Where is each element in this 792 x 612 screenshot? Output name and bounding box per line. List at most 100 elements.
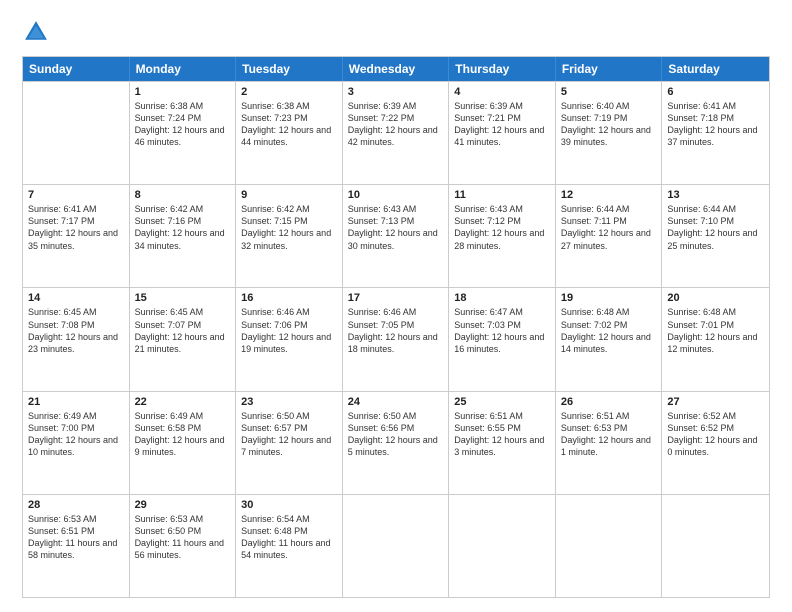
day-info: Sunrise: 6:45 AM Sunset: 7:07 PM Dayligh… <box>135 306 231 355</box>
day-info: Sunrise: 6:39 AM Sunset: 7:22 PM Dayligh… <box>348 100 444 149</box>
day-number: 24 <box>348 396 444 408</box>
day-info: Sunrise: 6:42 AM Sunset: 7:15 PM Dayligh… <box>241 203 337 252</box>
day-number: 1 <box>135 86 231 98</box>
day-info: Sunrise: 6:54 AM Sunset: 6:48 PM Dayligh… <box>241 513 337 562</box>
day-info: Sunrise: 6:53 AM Sunset: 6:51 PM Dayligh… <box>28 513 124 562</box>
cal-row-4: 28 Sunrise: 6:53 AM Sunset: 6:51 PM Dayli… <box>23 494 769 597</box>
day-info: Sunrise: 6:50 AM Sunset: 6:57 PM Dayligh… <box>241 410 337 459</box>
weekday-header-thursday: Thursday <box>449 57 556 81</box>
day-cell-10: 10 Sunrise: 6:43 AM Sunset: 7:13 PM Dayli… <box>343 185 450 287</box>
day-number: 30 <box>241 499 337 511</box>
empty-cell <box>556 495 663 597</box>
day-cell-7: 7 Sunrise: 6:41 AM Sunset: 7:17 PM Daylig… <box>23 185 130 287</box>
day-info: Sunrise: 6:42 AM Sunset: 7:16 PM Dayligh… <box>135 203 231 252</box>
day-number: 26 <box>561 396 657 408</box>
day-info: Sunrise: 6:41 AM Sunset: 7:17 PM Dayligh… <box>28 203 124 252</box>
day-info: Sunrise: 6:52 AM Sunset: 6:52 PM Dayligh… <box>667 410 764 459</box>
weekday-header-tuesday: Tuesday <box>236 57 343 81</box>
day-info: Sunrise: 6:51 AM Sunset: 6:53 PM Dayligh… <box>561 410 657 459</box>
day-number: 10 <box>348 189 444 201</box>
day-cell-4: 4Sunrise: 6:39 AM Sunset: 7:21 PM Daylig… <box>449 82 556 184</box>
day-number: 14 <box>28 292 124 304</box>
day-cell-16: 16 Sunrise: 6:46 AM Sunset: 7:06 PM Dayli… <box>236 288 343 390</box>
day-number: 3 <box>348 86 444 98</box>
day-info: Sunrise: 6:48 AM Sunset: 7:02 PM Dayligh… <box>561 306 657 355</box>
day-number: 6 <box>667 86 764 98</box>
day-number: 5 <box>561 86 657 98</box>
day-info: Sunrise: 6:38 AM Sunset: 7:23 PM Dayligh… <box>241 100 337 149</box>
day-number: 13 <box>667 189 764 201</box>
day-cell-18: 18Sunrise: 6:47 AM Sunset: 7:03 PM Dayli… <box>449 288 556 390</box>
weekday-header-saturday: Saturday <box>662 57 769 81</box>
day-number: 20 <box>667 292 764 304</box>
day-info: Sunrise: 6:44 AM Sunset: 7:10 PM Dayligh… <box>667 203 764 252</box>
empty-cell <box>23 82 130 184</box>
day-cell-5: 5 Sunrise: 6:40 AM Sunset: 7:19 PM Daylig… <box>556 82 663 184</box>
header <box>22 18 770 46</box>
day-cell-15: 15 Sunrise: 6:45 AM Sunset: 7:07 PM Dayli… <box>130 288 237 390</box>
day-number: 12 <box>561 189 657 201</box>
day-cell-1: 1 Sunrise: 6:38 AM Sunset: 7:24 PM Daylig… <box>130 82 237 184</box>
day-number: 18 <box>454 292 550 304</box>
page: SundayMondayTuesdayWednesdayThursdayFrid… <box>0 0 792 612</box>
day-info: Sunrise: 6:45 AM Sunset: 7:08 PM Dayligh… <box>28 306 124 355</box>
empty-cell <box>662 495 769 597</box>
day-info: Sunrise: 6:49 AM Sunset: 7:00 PM Dayligh… <box>28 410 124 459</box>
empty-cell <box>343 495 450 597</box>
day-number: 15 <box>135 292 231 304</box>
day-number: 17 <box>348 292 444 304</box>
day-cell-29: 29Sunrise: 6:53 AM Sunset: 6:50 PM Dayli… <box>130 495 237 597</box>
calendar-header-row: SundayMondayTuesdayWednesdayThursdayFrid… <box>23 57 769 81</box>
day-number: 16 <box>241 292 337 304</box>
day-cell-11: 11 Sunrise: 6:43 AM Sunset: 7:12 PM Dayli… <box>449 185 556 287</box>
day-number: 28 <box>28 499 124 511</box>
day-number: 9 <box>241 189 337 201</box>
empty-cell <box>449 495 556 597</box>
day-number: 25 <box>454 396 550 408</box>
day-cell-6: 6 Sunrise: 6:41 AM Sunset: 7:18 PM Daylig… <box>662 82 769 184</box>
day-info: Sunrise: 6:38 AM Sunset: 7:24 PM Dayligh… <box>135 100 231 149</box>
day-cell-17: 17 Sunrise: 6:46 AM Sunset: 7:05 PM Dayli… <box>343 288 450 390</box>
day-cell-24: 24 Sunrise: 6:50 AM Sunset: 6:56 PM Dayli… <box>343 392 450 494</box>
day-cell-27: 27 Sunrise: 6:52 AM Sunset: 6:52 PM Dayli… <box>662 392 769 494</box>
day-cell-2: 2 Sunrise: 6:38 AM Sunset: 7:23 PM Daylig… <box>236 82 343 184</box>
day-cell-3: 3 Sunrise: 6:39 AM Sunset: 7:22 PM Daylig… <box>343 82 450 184</box>
weekday-header-wednesday: Wednesday <box>343 57 450 81</box>
day-number: 19 <box>561 292 657 304</box>
day-info: Sunrise: 6:39 AM Sunset: 7:21 PM Dayligh… <box>454 100 550 149</box>
day-info: Sunrise: 6:50 AM Sunset: 6:56 PM Dayligh… <box>348 410 444 459</box>
day-number: 22 <box>135 396 231 408</box>
calendar-body: 1 Sunrise: 6:38 AM Sunset: 7:24 PM Daylig… <box>23 81 769 597</box>
day-number: 11 <box>454 189 550 201</box>
day-number: 2 <box>241 86 337 98</box>
cal-row-1: 7 Sunrise: 6:41 AM Sunset: 7:17 PM Daylig… <box>23 184 769 287</box>
day-cell-21: 21Sunrise: 6:49 AM Sunset: 7:00 PM Dayli… <box>23 392 130 494</box>
weekday-header-sunday: Sunday <box>23 57 130 81</box>
day-cell-13: 13 Sunrise: 6:44 AM Sunset: 7:10 PM Dayli… <box>662 185 769 287</box>
day-cell-12: 12 Sunrise: 6:44 AM Sunset: 7:11 PM Dayli… <box>556 185 663 287</box>
day-cell-8: 8 Sunrise: 6:42 AM Sunset: 7:16 PM Daylig… <box>130 185 237 287</box>
day-cell-25: 25 Sunrise: 6:51 AM Sunset: 6:55 PM Dayli… <box>449 392 556 494</box>
weekday-header-friday: Friday <box>556 57 663 81</box>
day-info: Sunrise: 6:44 AM Sunset: 7:11 PM Dayligh… <box>561 203 657 252</box>
day-info: Sunrise: 6:43 AM Sunset: 7:13 PM Dayligh… <box>348 203 444 252</box>
day-number: 7 <box>28 189 124 201</box>
day-info: Sunrise: 6:40 AM Sunset: 7:19 PM Dayligh… <box>561 100 657 149</box>
day-info: Sunrise: 6:46 AM Sunset: 7:05 PM Dayligh… <box>348 306 444 355</box>
day-number: 23 <box>241 396 337 408</box>
day-number: 8 <box>135 189 231 201</box>
weekday-header-monday: Monday <box>130 57 237 81</box>
day-number: 27 <box>667 396 764 408</box>
day-cell-9: 9 Sunrise: 6:42 AM Sunset: 7:15 PM Daylig… <box>236 185 343 287</box>
day-cell-22: 22 Sunrise: 6:49 AM Sunset: 6:58 PM Dayli… <box>130 392 237 494</box>
day-cell-23: 23 Sunrise: 6:50 AM Sunset: 6:57 PM Dayli… <box>236 392 343 494</box>
day-info: Sunrise: 6:53 AM Sunset: 6:50 PM Dayligh… <box>135 513 231 562</box>
day-cell-19: 19 Sunrise: 6:48 AM Sunset: 7:02 PM Dayli… <box>556 288 663 390</box>
day-info: Sunrise: 6:41 AM Sunset: 7:18 PM Dayligh… <box>667 100 764 149</box>
day-cell-26: 26 Sunrise: 6:51 AM Sunset: 6:53 PM Dayli… <box>556 392 663 494</box>
day-cell-30: 30 Sunrise: 6:54 AM Sunset: 6:48 PM Dayli… <box>236 495 343 597</box>
day-info: Sunrise: 6:51 AM Sunset: 6:55 PM Dayligh… <box>454 410 550 459</box>
day-info: Sunrise: 6:49 AM Sunset: 6:58 PM Dayligh… <box>135 410 231 459</box>
day-info: Sunrise: 6:46 AM Sunset: 7:06 PM Dayligh… <box>241 306 337 355</box>
day-info: Sunrise: 6:43 AM Sunset: 7:12 PM Dayligh… <box>454 203 550 252</box>
